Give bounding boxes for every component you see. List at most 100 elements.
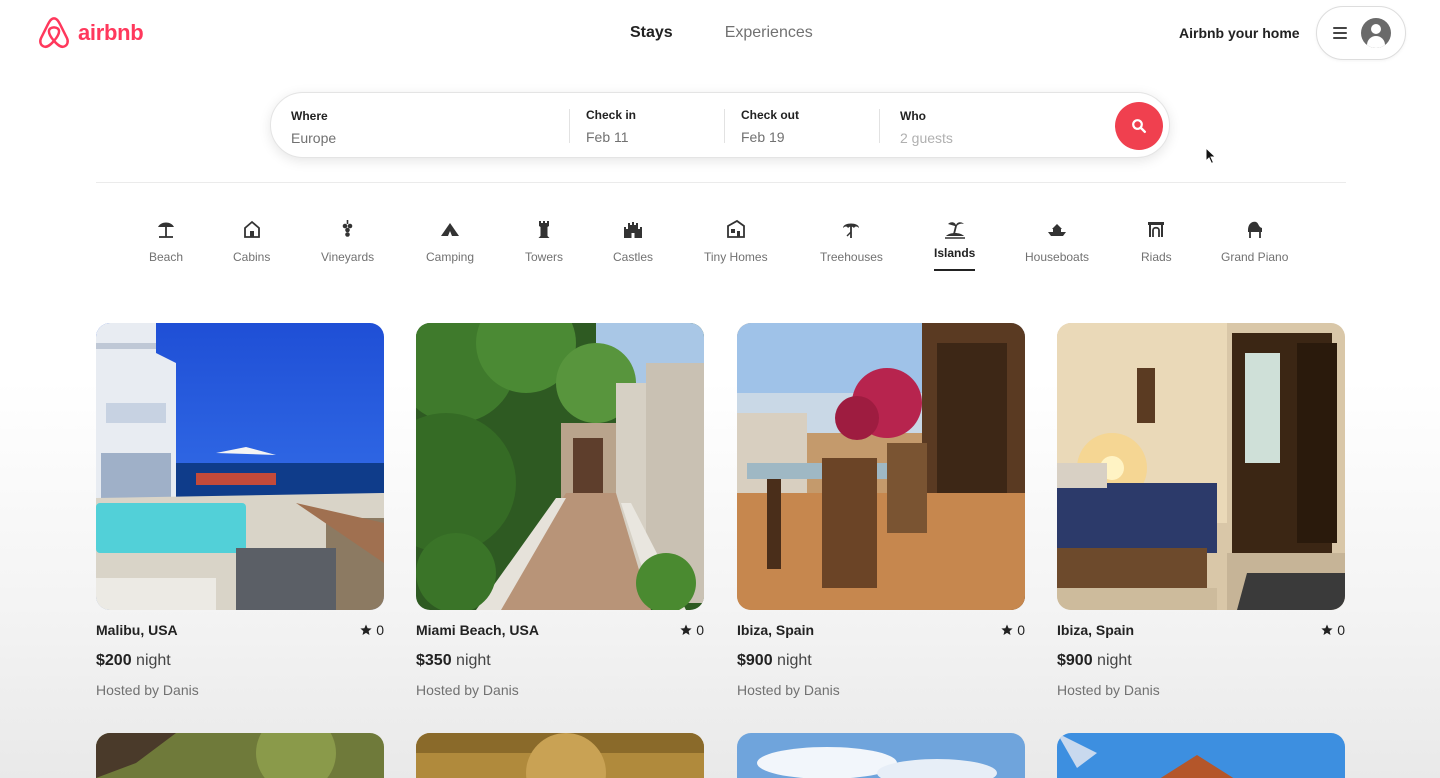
listing-card[interactable]: Miami Beach, USA 0 $350 night Hosted by … [416,323,704,698]
price-unit: night [1097,652,1132,669]
tab-experiences[interactable]: Experiences [725,24,813,42]
header: airbnb Stays Experiences Airbnb your hom… [0,0,1440,70]
riad-icon [1148,222,1165,237]
checkout-label: Check out [741,108,800,122]
price-unit: night [136,652,171,669]
category-label: Tiny Homes [704,250,768,264]
category-label: Camping [426,250,475,264]
category-label: Riads [1141,250,1172,264]
checkin-label: Check in [586,108,637,122]
listing-price: $900 [1057,652,1093,669]
category-treehouses[interactable]: Treehouses [820,218,883,264]
listing-photo[interactable] [96,323,384,610]
category-towers[interactable]: Towers [525,218,563,264]
brand-name: airbnb [78,20,144,45]
checkout-value: Feb 19 [741,129,785,145]
where-label: Where [291,109,328,123]
airbnb-your-home-link[interactable]: Airbnb your home [1179,25,1300,41]
listing-photo-partial[interactable] [96,733,384,778]
listing-host: Hosted by Danis [737,682,840,698]
listing-host: Hosted by Danis [96,682,199,698]
listing-price-line: $900 night [737,652,1025,670]
rating-value: 0 [696,622,704,638]
listing-location: Ibiza, Spain [1057,622,1135,638]
category-label: Houseboats [1025,250,1090,264]
nav-tabs: Stays Experiences [630,24,813,42]
listing-card[interactable]: Ibiza, Spain 0 $900 night Hosted by Dani… [737,323,1025,698]
category-beach[interactable]: Beach [149,218,183,264]
search-button[interactable] [1115,102,1163,150]
active-category-underline [934,269,976,271]
search-where[interactable]: Where Europe [291,93,569,159]
category-castles[interactable]: Castles [613,218,653,264]
house-icon [243,220,260,238]
listing-card[interactable]: Ibiza, Spain 0 $900 night Hosted by Dani… [1057,323,1345,698]
category-tiny-homes[interactable]: Tiny Homes [704,218,768,264]
listing-photo[interactable] [737,323,1025,610]
search-who[interactable]: Who 2 guests [900,93,1100,159]
castle-icon [624,222,642,238]
listing-photo[interactable] [416,323,704,610]
price-unit: night [456,652,491,669]
listing-location: Miami Beach, USA [416,622,539,638]
header-divider [96,182,1346,183]
category-label: Beach [149,250,184,264]
tent-icon [441,223,460,236]
island-icon [944,222,965,239]
listing-price: $200 [96,652,132,669]
listing-photo-partial[interactable] [1057,733,1345,778]
user-menu-button[interactable] [1316,6,1406,60]
listing-rating: 0 [680,622,704,638]
category-cabins[interactable]: Cabins [233,218,270,264]
category-islands[interactable]: Islands [934,218,976,271]
treehouse-icon [843,223,860,238]
where-value: Europe [291,130,337,146]
divider [569,109,570,143]
listing-photo[interactable] [1057,323,1345,610]
category-camping[interactable]: Camping [426,218,474,264]
listing-price-line: $350 night [416,652,704,670]
tab-stays[interactable]: Stays [630,24,673,42]
search-bar: Where Europe Check in Feb 11 Check out F… [270,92,1170,158]
tower-icon [538,221,550,238]
grapes-icon [342,220,352,237]
listing-photo-partial[interactable] [416,733,704,778]
listing-rating: 0 [1001,622,1025,638]
rating-value: 0 [1337,622,1345,638]
airbnb-logo-icon [39,17,69,49]
category-houseboats[interactable]: Houseboats [1025,218,1089,264]
listing-location: Ibiza, Spain [737,622,815,638]
listing-photo-partial[interactable] [737,733,1025,778]
listing-price: $900 [737,652,773,669]
star-icon [1321,624,1333,635]
star-icon [360,624,372,635]
listing-host: Hosted by Danis [416,682,519,698]
listing-rating: 0 [360,622,384,638]
hamburger-icon [1333,27,1347,39]
search-icon [1132,119,1147,134]
who-placeholder: 2 guests [900,130,953,146]
listing-price: $350 [416,652,452,669]
listing-host: Hosted by Danis [1057,682,1160,698]
airbnb-logo[interactable]: airbnb [36,14,144,52]
listing-card[interactable]: Malibu, USA 0 $200 night Hosted by Danis [96,323,384,698]
divider [724,109,725,143]
tiny-home-icon [726,219,745,238]
beach-umbrella-icon [158,222,175,238]
divider [879,109,880,143]
price-unit: night [777,652,812,669]
search-checkin[interactable]: Check in Feb 11 [586,93,726,159]
category-label: Towers [525,250,564,264]
search-checkout[interactable]: Check out Feb 19 [741,93,881,159]
category-label: Treehouses [820,250,883,264]
category-riads[interactable]: Riads [1141,218,1172,264]
user-avatar-icon [1361,18,1391,48]
category-label: Cabins [233,250,271,264]
star-icon [680,624,692,635]
category-grand-piano[interactable]: Grand Piano [1221,218,1288,264]
category-vineyards[interactable]: Vineyards [321,218,374,264]
star-icon [1001,624,1013,635]
category-label: Castles [613,250,654,264]
rating-value: 0 [376,622,384,638]
rating-value: 0 [1017,622,1025,638]
